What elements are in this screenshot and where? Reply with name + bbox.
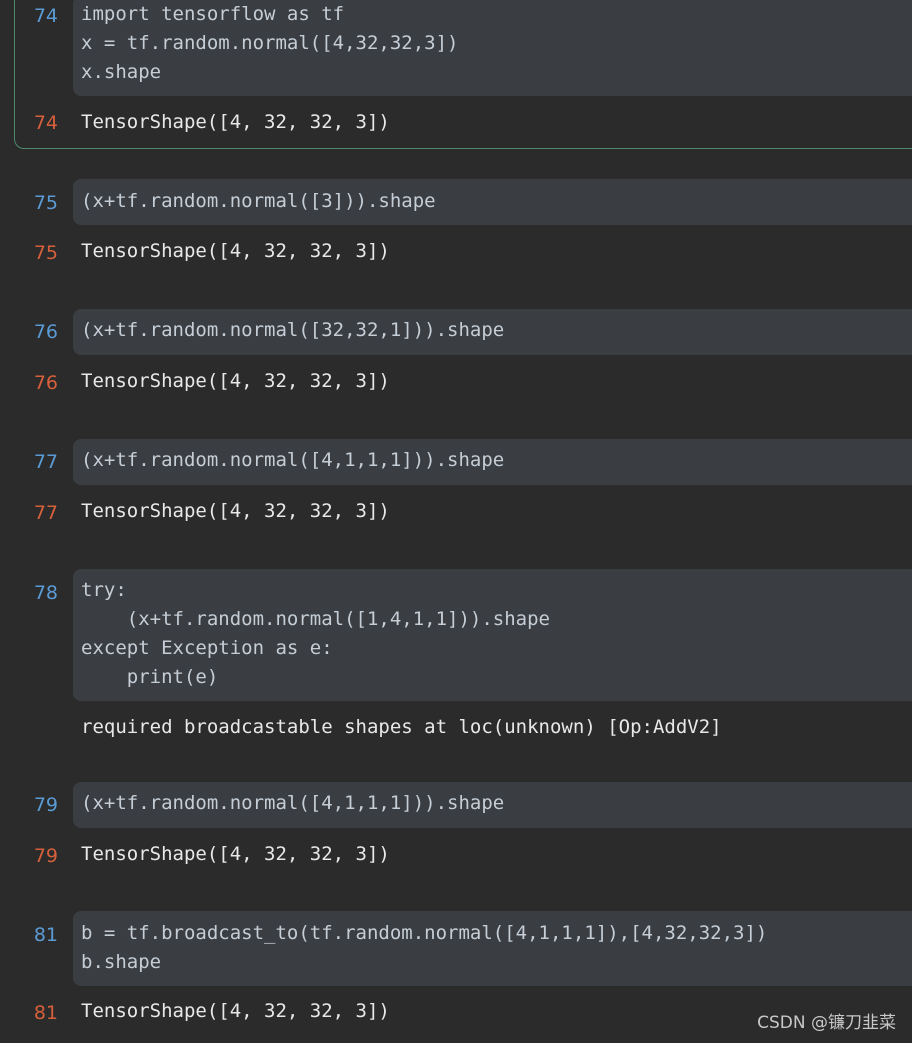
code-input[interactable]: (x+tf.random.normal([4,1,1,1])).shape: [81, 446, 504, 475]
code-input[interactable]: import tensorflow as tf x = tf.random.no…: [81, 0, 459, 87]
cell-output: required broadcastable shapes at loc(unk…: [81, 716, 722, 738]
execution-count-in: 74: [33, 5, 58, 27]
execution-count-out: 81: [33, 1002, 58, 1024]
cell-output: TensorShape([4, 32, 32, 3]): [81, 1000, 390, 1022]
cell-output: TensorShape([4, 32, 32, 3]): [81, 111, 390, 133]
cell-output: TensorShape([4, 32, 32, 3]): [81, 370, 390, 392]
cell-output: TensorShape([4, 32, 32, 3]): [81, 500, 390, 522]
cell-output: TensorShape([4, 32, 32, 3]): [81, 240, 390, 262]
code-input[interactable]: (x+tf.random.normal([32,32,1])).shape: [81, 316, 504, 345]
code-input[interactable]: (x+tf.random.normal([3])).shape: [81, 187, 436, 216]
execution-count-in: 81: [33, 924, 58, 946]
code-input[interactable]: b = tf.broadcast_to(tf.random.normal([4,…: [81, 919, 767, 977]
execution-count-out: 77: [33, 502, 58, 524]
watermark: CSDN @镰刀韭菜: [757, 1013, 896, 1033]
execution-count-in: 77: [33, 451, 58, 473]
execution-count-out: 76: [33, 372, 58, 394]
code-input[interactable]: try: (x+tf.random.normal([1,4,1,1])).sha…: [81, 576, 550, 692]
execution-count-out: 75: [33, 242, 58, 264]
code-input[interactable]: (x+tf.random.normal([4,1,1,1])).shape: [81, 789, 504, 818]
execution-count-in: 76: [33, 321, 58, 343]
execution-count-out: 74: [33, 112, 58, 134]
execution-count-in: 75: [33, 192, 58, 214]
execution-count-out: 79: [33, 845, 58, 867]
execution-count-in: 79: [33, 794, 58, 816]
cell-output: TensorShape([4, 32, 32, 3]): [81, 843, 390, 865]
execution-count-in: 78: [33, 582, 58, 604]
